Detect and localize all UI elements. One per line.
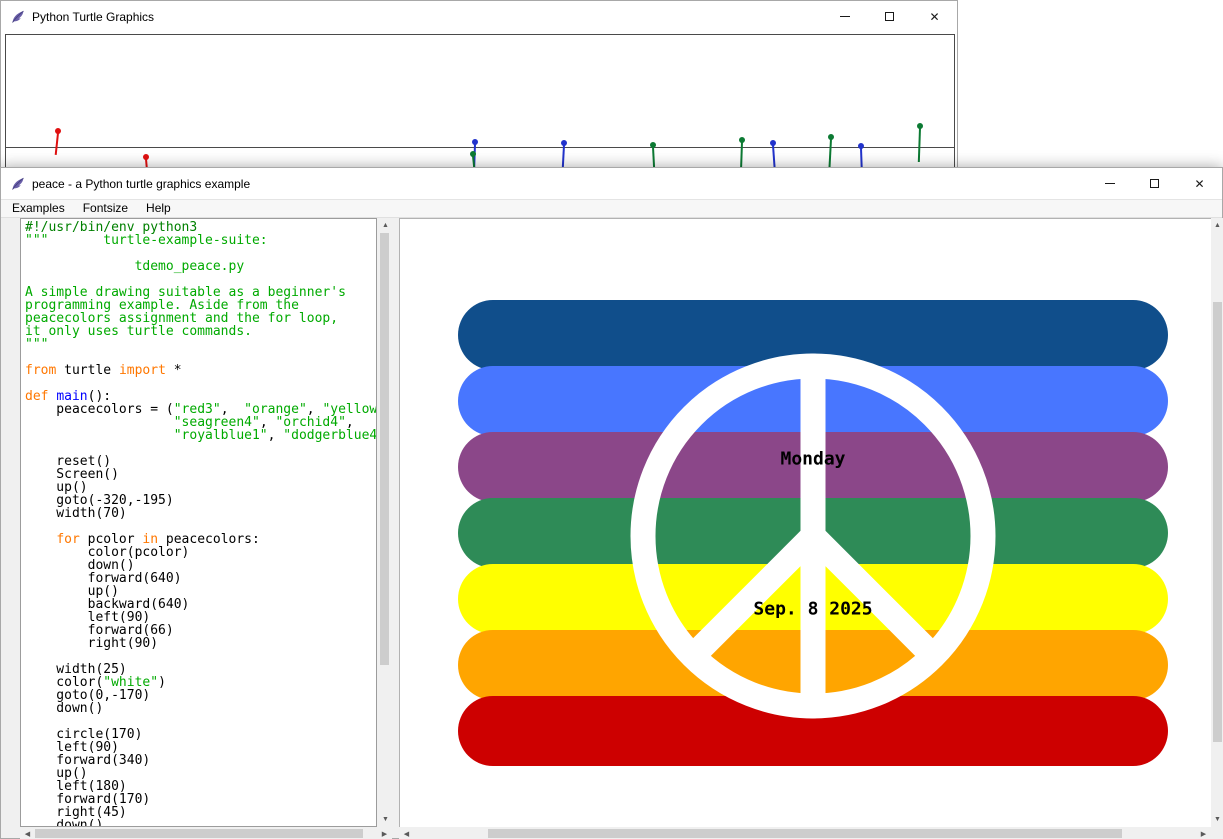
close-icon: ✕	[1194, 178, 1204, 190]
turtle-canvas: Monday Sep. 8 2025	[399, 218, 1211, 827]
code-line: width(70)	[25, 507, 376, 520]
code-vertical-scrollbar[interactable]: ▲ ▼	[378, 218, 393, 827]
scroll-thumb[interactable]	[35, 829, 363, 838]
turtle-pin-dot	[470, 151, 476, 157]
close-button[interactable]: ✕	[912, 1, 957, 32]
scroll-left-button[interactable]: ◀	[20, 827, 35, 839]
scroll-right-button[interactable]: ▶	[377, 827, 392, 839]
turtle-pin-dot	[770, 140, 776, 146]
code-line: down()	[25, 819, 376, 827]
code-line: tdemo_peace.py	[25, 260, 376, 273]
tk-feather-icon	[10, 176, 26, 192]
peace-symbol-svg	[400, 219, 1211, 827]
turtle-pin-dot	[917, 123, 923, 129]
close-icon: ✕	[929, 11, 939, 23]
canvas-vertical-scrollbar[interactable]: ▲ ▼	[1211, 218, 1223, 827]
canvas-text-label: Sep. 8 2025	[753, 599, 872, 620]
turtle-pin-dot	[55, 128, 61, 134]
scroll-left-button[interactable]: ◀	[399, 827, 414, 839]
maximize-icon	[1150, 179, 1159, 188]
canvas-text-label: Monday	[780, 449, 845, 470]
tk-feather-icon	[10, 9, 26, 25]
down-arrow-icon: ▼	[382, 816, 389, 823]
back-titlebar[interactable]: Python Turtle Graphics ✕	[1, 1, 957, 32]
peace-right-leg	[813, 536, 933, 656]
scroll-thumb[interactable]	[380, 233, 389, 665]
minimize-button[interactable]	[1087, 168, 1132, 199]
peace-symbol	[643, 366, 983, 706]
turtle-pin-dot	[858, 143, 864, 149]
scroll-up-button[interactable]: ▲	[1211, 218, 1223, 233]
code-line: from turtle import *	[25, 364, 376, 377]
turtle-pin-stem	[740, 142, 743, 169]
turtle-pin-dot	[472, 139, 478, 145]
code-horizontal-scrollbar[interactable]: ◀ ▶	[20, 827, 392, 839]
right-arrow-icon: ▶	[382, 830, 387, 838]
code-line: it only uses turtle commands.	[25, 325, 376, 338]
peace-left-leg	[693, 536, 813, 656]
code-editor[interactable]: #!/usr/bin/env python3""" turtle-example…	[20, 218, 377, 827]
maximize-icon	[885, 12, 894, 21]
scroll-right-button[interactable]: ▶	[1196, 827, 1211, 839]
right-arrow-icon: ▶	[1201, 830, 1206, 838]
turtle-pin-stem	[55, 133, 59, 155]
turtle-pin-dot	[561, 140, 567, 146]
back-window-title: Python Turtle Graphics	[32, 10, 154, 24]
code-line: down()	[25, 702, 376, 715]
minimize-icon	[1105, 183, 1115, 184]
minimize-icon	[840, 16, 850, 17]
desktop: Python Turtle Graphics ✕ peace - a Pytho…	[0, 0, 1223, 839]
scroll-down-button[interactable]: ▼	[1211, 812, 1223, 827]
scroll-thumb[interactable]	[488, 829, 1122, 838]
scrollbar-corner	[1211, 827, 1223, 839]
maximize-button[interactable]	[1132, 168, 1177, 199]
turtle-pin-dot	[650, 142, 656, 148]
front-window-title: peace - a Python turtle graphics example	[32, 177, 250, 191]
scroll-down-button[interactable]: ▼	[378, 812, 393, 827]
front-titlebar[interactable]: peace - a Python turtle graphics example…	[1, 168, 1222, 199]
scroll-up-button[interactable]: ▲	[378, 218, 393, 233]
canvas-horizontal-scrollbar[interactable]: ◀ ▶	[399, 827, 1211, 839]
baseline	[6, 147, 955, 148]
close-button[interactable]: ✕	[1177, 168, 1222, 199]
turtle-pin-dot	[828, 134, 834, 140]
turtle-pin-stem	[918, 128, 921, 162]
left-arrow-icon: ◀	[404, 830, 409, 838]
turtle-pin-dot	[739, 137, 745, 143]
front-window: peace - a Python turtle graphics example…	[0, 167, 1223, 839]
up-arrow-icon: ▲	[382, 222, 389, 229]
minimize-button[interactable]	[822, 1, 867, 32]
code-line: """	[25, 338, 376, 351]
menubar: Examples Fontsize Help	[1, 199, 1222, 218]
maximize-button[interactable]	[867, 1, 912, 32]
turtle-pin-stem	[828, 139, 832, 168]
menu-help[interactable]: Help	[137, 199, 180, 218]
up-arrow-icon: ▲	[1214, 222, 1221, 229]
code-line: right(90)	[25, 637, 376, 650]
code-line: """ turtle-example-suite:	[25, 234, 376, 247]
turtle-pin-dot	[143, 154, 149, 160]
code-line: "royalblue1", "dodgerblue4")	[25, 429, 376, 442]
menu-examples[interactable]: Examples	[3, 199, 74, 218]
down-arrow-icon: ▼	[1214, 816, 1221, 823]
left-arrow-icon: ◀	[25, 830, 30, 838]
scroll-thumb[interactable]	[1213, 302, 1222, 742]
menu-fontsize[interactable]: Fontsize	[74, 199, 137, 218]
